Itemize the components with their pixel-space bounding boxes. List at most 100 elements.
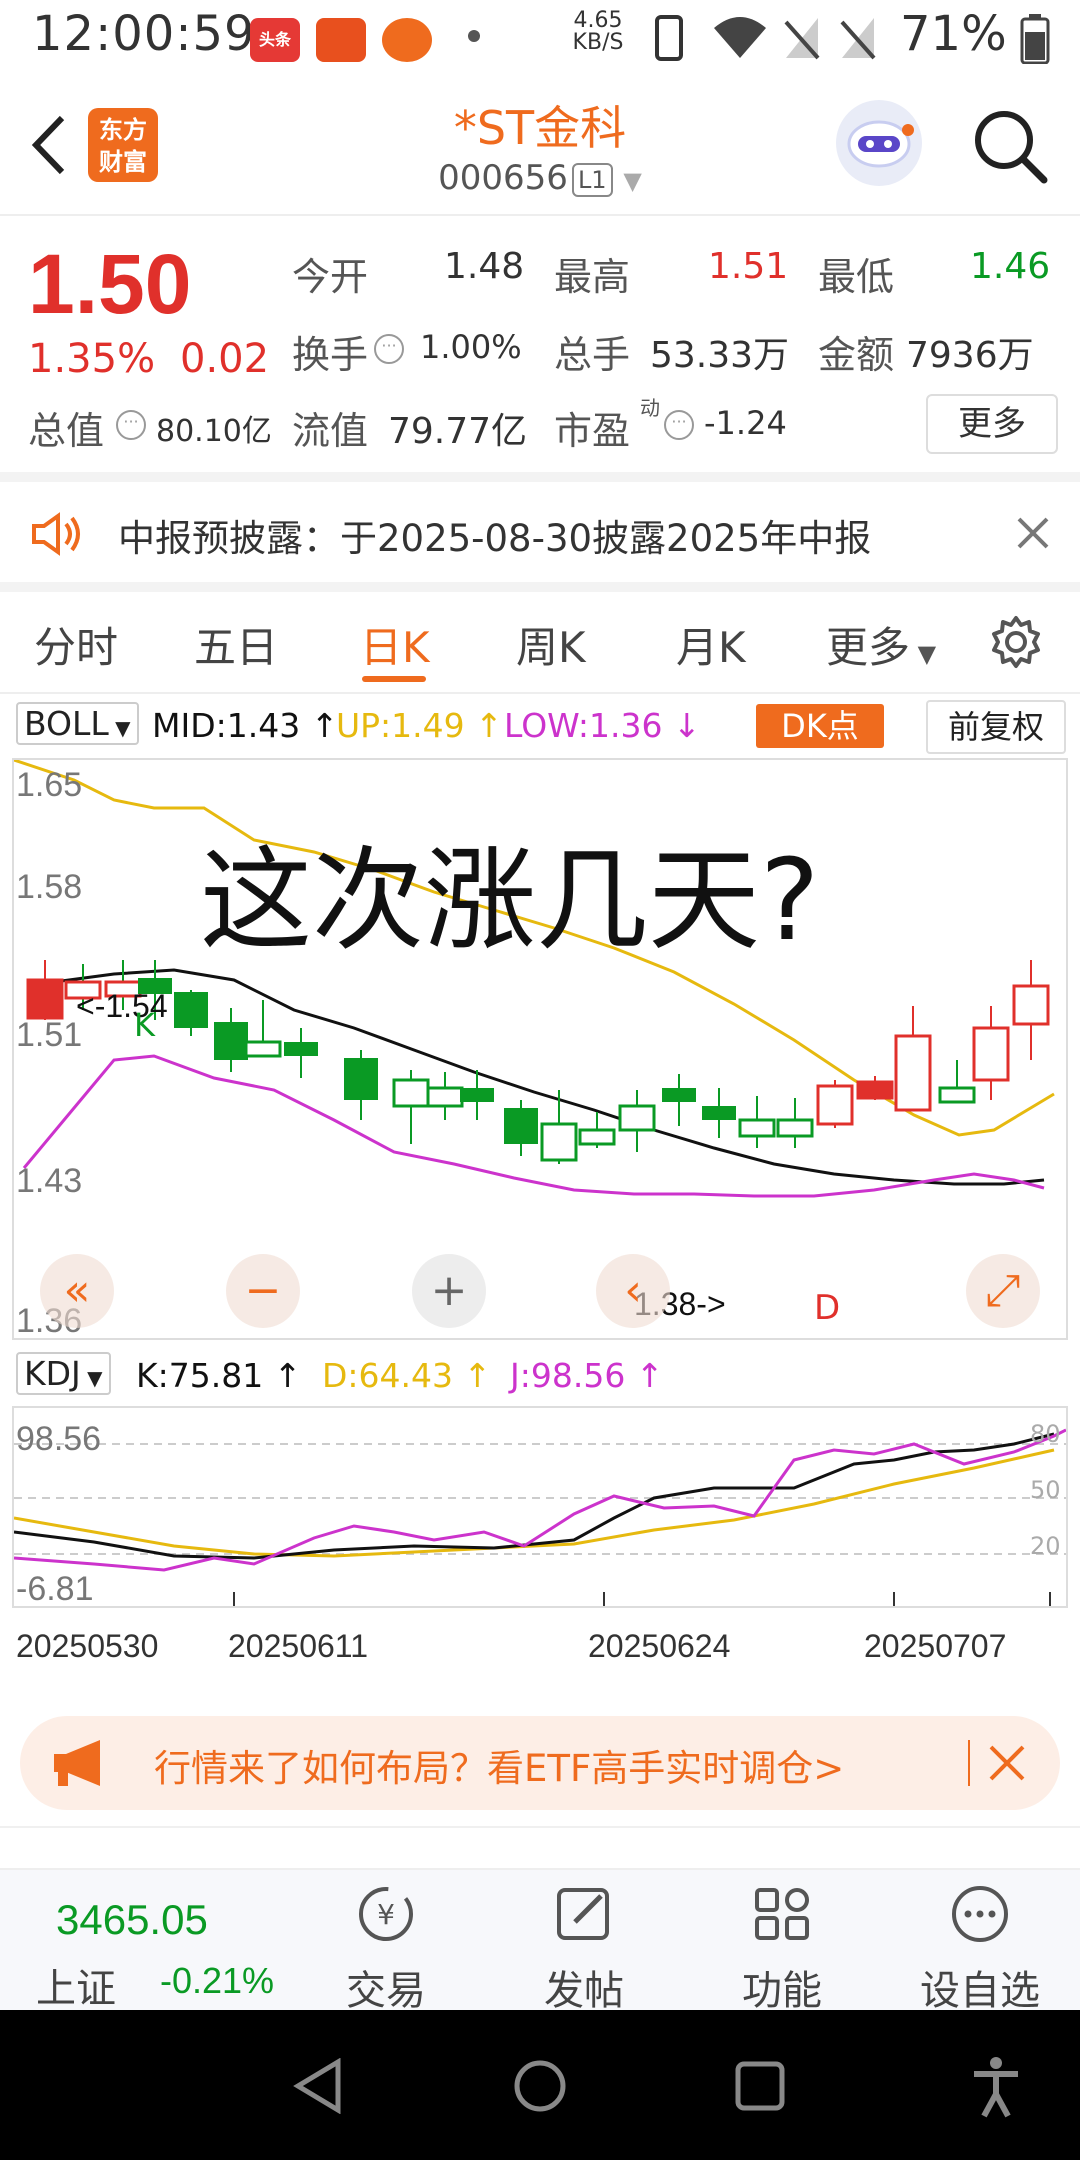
candle-body — [540, 1122, 578, 1162]
battery-percent: 71% — [900, 6, 1007, 62]
kdj-canvas — [14, 1428, 1066, 1606]
candle-body — [972, 1026, 1010, 1082]
recents-square-icon[interactable] — [734, 2060, 786, 2112]
kdj-chart[interactable] — [12, 1406, 1068, 1608]
date-label: 20250530 — [16, 1628, 159, 1664]
zoom-in-icon[interactable]: + — [412, 1254, 486, 1328]
edit-icon — [557, 1888, 609, 1940]
info-icon[interactable]: ··· — [116, 410, 146, 440]
candle-body — [244, 1040, 282, 1058]
announcement-bar[interactable]: 中报预披露：于2025-08-30披露2025年中报 — [0, 482, 1080, 582]
nav-trade[interactable]: ¥ 交易 — [306, 1880, 466, 2016]
kdj-k: K:75.81 ↑ — [136, 1356, 302, 1395]
tab-monthly-k[interactable]: 月K — [676, 614, 746, 675]
stock-code[interactable]: 000656 L1 ▼ — [390, 158, 690, 198]
tab-intraday[interactable]: 分时 — [34, 614, 118, 675]
info-icon[interactable]: ··· — [374, 334, 404, 364]
boll-selector[interactable]: BOLL ▼ — [16, 702, 139, 750]
network-speed: 4.65 KB/S — [572, 8, 624, 55]
tab-daily-k[interactable]: 日K — [360, 614, 430, 675]
fullscreen-icon[interactable]: ⤢ — [966, 1254, 1040, 1328]
change-percent: 1.35% — [28, 336, 156, 382]
tab-five-day[interactable]: 五日 — [194, 614, 278, 675]
battery-icon — [1020, 14, 1050, 64]
nav-functions[interactable]: 功能 — [702, 1880, 862, 2016]
volume-label: 总手 — [554, 333, 631, 377]
overlay-caption: 这次涨几天? — [200, 836, 820, 966]
close-icon[interactable] — [988, 1744, 1026, 1782]
chevron-down-icon: ▼ — [80, 1366, 103, 1390]
low-value: 1.46 — [970, 246, 1051, 287]
more-button[interactable]: 更多 — [926, 394, 1058, 454]
signal-off-icon — [784, 18, 820, 60]
y-axis-label: 1.58 — [16, 868, 83, 906]
boll-up: UP:1.49 ↑ — [336, 706, 503, 745]
candle-body — [504, 1108, 538, 1144]
dk-point-button[interactable]: DK点 — [756, 704, 884, 748]
settings-gear-icon[interactable] — [988, 614, 1044, 670]
chevron-down-icon: ▼ — [910, 640, 937, 668]
nav-post[interactable]: 发帖 — [504, 1880, 664, 2016]
eastmoney-logo: 东方 财富 — [88, 108, 158, 182]
adjust-button[interactable]: 前复权 — [926, 700, 1066, 754]
robot-assistant-icon[interactable] — [836, 100, 922, 186]
candle-body — [426, 1086, 464, 1108]
toutiao-icon: 头条 — [250, 18, 300, 62]
close-icon[interactable] — [1016, 516, 1050, 550]
candle-body — [344, 1058, 378, 1100]
info-icon[interactable]: ··· — [664, 410, 694, 440]
index-value[interactable]: 3465.05 — [56, 1896, 208, 1944]
candle-body — [460, 1088, 494, 1102]
grid-icon — [755, 1888, 809, 1940]
high-value: 1.51 — [708, 246, 789, 287]
float-value: 79.77亿 — [388, 411, 528, 452]
kdj-y-bottom: -6.81 — [16, 1570, 94, 1608]
pe-superscript: 动 — [640, 396, 660, 420]
level-badge: L1 — [571, 162, 613, 197]
kdj-selector[interactable]: KDJ ▼ — [16, 1352, 111, 1400]
stock-name[interactable]: *ST金科 — [340, 92, 740, 158]
promo-banner[interactable]: 行情来了如何布局？看ETF高手实时调仓> — [20, 1716, 1060, 1810]
candle-body — [776, 1118, 814, 1138]
candle-body — [702, 1106, 736, 1120]
boll-low: LOW:1.36 ↓ — [504, 706, 701, 745]
candle-body — [662, 1088, 696, 1102]
phone-icon — [655, 15, 683, 61]
volume-value: 53.33万 — [650, 335, 790, 376]
index-name[interactable]: 上证 — [36, 1956, 116, 2014]
pe-value: -1.24 — [704, 404, 787, 442]
divider — [968, 1740, 970, 1786]
kdj-y-top: 98.56 — [16, 1420, 102, 1458]
accessibility-icon[interactable] — [968, 2054, 1024, 2118]
open-value: 1.48 — [444, 246, 525, 287]
high-label: 最高 — [554, 255, 631, 299]
more-dots-icon — [952, 1886, 1008, 1942]
tab-more[interactable]: 更多 ▼ — [826, 614, 936, 675]
back-triangle-icon[interactable] — [290, 2058, 346, 2114]
mktcap-value: 80.10亿 — [156, 414, 272, 449]
current-price: 1.50 — [28, 237, 192, 331]
candle-body — [938, 1086, 976, 1104]
promo-text: 行情来了如何布局？看ETF高手实时调仓> — [154, 1747, 845, 1790]
megaphone-icon — [54, 1740, 100, 1786]
home-circle-icon[interactable] — [512, 2058, 568, 2114]
zoom-out-icon[interactable]: − — [226, 1254, 300, 1328]
kdj-j-line — [14, 1428, 1066, 1572]
index-change[interactable]: -0.21% — [160, 1960, 274, 2002]
search-icon[interactable] — [970, 106, 1050, 186]
amount-value: 7936万 — [906, 335, 1034, 376]
nav-add-watchlist[interactable]: 设自选 — [900, 1880, 1060, 2016]
kdj-level-50: 50 — [1030, 1476, 1061, 1504]
scroll-back-icon[interactable]: ‹ — [596, 1254, 670, 1328]
date-label: 20250624 — [588, 1628, 731, 1664]
back-arrow-icon[interactable] — [22, 110, 82, 180]
candle-body — [174, 992, 208, 1028]
scroll-left-icon[interactable]: « — [40, 1254, 114, 1328]
quote-panel: 1.50 1.35% 0.02 今开 1.48 最高 1.51 最低 1.46 … — [0, 216, 1080, 472]
tab-weekly-k[interactable]: 周K — [516, 614, 586, 675]
candle-body — [1012, 984, 1050, 1026]
turnover-value: 1.00% — [420, 328, 522, 366]
kdj-level-20: 20 — [1030, 1532, 1061, 1560]
y-axis-label: 1.43 — [16, 1162, 83, 1200]
k-letter: K — [134, 1006, 155, 1044]
